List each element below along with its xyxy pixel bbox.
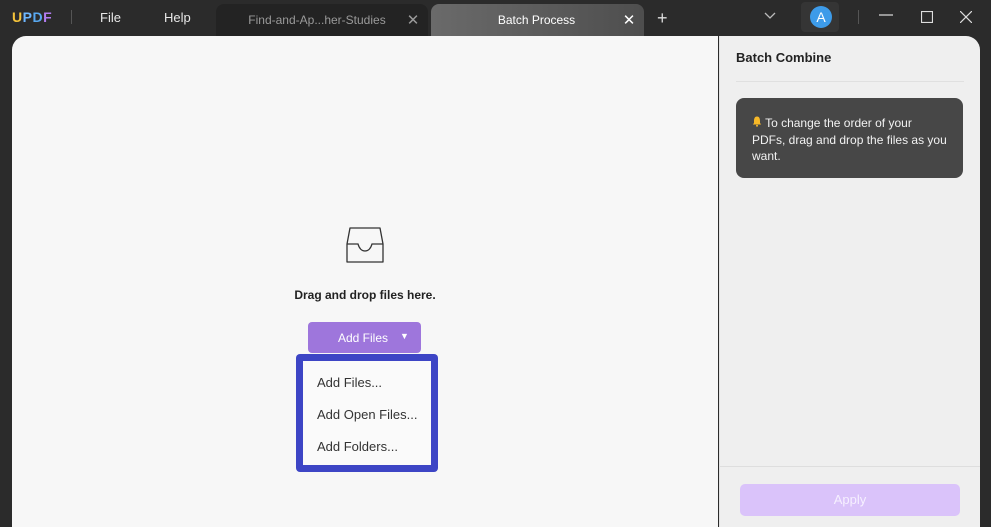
- add-files-label: Add Files: [338, 331, 389, 345]
- logo-letter-f: F: [43, 9, 53, 25]
- menu-item-add-files[interactable]: Add Files...: [317, 375, 382, 390]
- logo-letter-u: U: [12, 9, 23, 25]
- bell-icon: [752, 116, 765, 130]
- menu-help[interactable]: Help: [164, 10, 191, 25]
- dropdown-menu: Add Files... Add Open Files... Add Folde…: [303, 361, 431, 465]
- tab-label: Find-and-Ap...her-Studies: [248, 13, 386, 27]
- divider: [71, 10, 72, 24]
- tab-batch-process[interactable]: Batch Process ✕: [431, 4, 644, 36]
- divider: [858, 10, 859, 24]
- add-files-dropdown: Add Files... Add Open Files... Add Folde…: [296, 354, 438, 472]
- chevron-down-icon[interactable]: [764, 9, 776, 23]
- menu-item-add-folders[interactable]: Add Folders...: [317, 439, 398, 454]
- add-files-button[interactable]: Add Files ▼: [308, 322, 421, 353]
- close-tab-icon[interactable]: ✕: [614, 11, 644, 29]
- drop-zone[interactable]: Drag and drop files here. Add Files ▼ Ad…: [12, 36, 718, 527]
- order-notice: To change the order of your PDFs, drag a…: [736, 98, 963, 178]
- tab-find-and-apply[interactable]: Find-and-Ap...her-Studies ✕: [216, 4, 428, 36]
- notice-text: To change the order of your PDFs, drag a…: [752, 116, 947, 163]
- updf-logo[interactable]: UPDF: [12, 9, 52, 25]
- divider: [736, 81, 964, 82]
- avatar: A: [810, 6, 832, 28]
- drop-instruction: Drag and drop files here.: [294, 288, 436, 302]
- logo-letter-p: P: [22, 9, 33, 25]
- logo-letter-d: D: [32, 9, 44, 25]
- inbox-tray-icon: [345, 226, 385, 269]
- menu-file[interactable]: File: [100, 10, 121, 25]
- minimize-icon[interactable]: [879, 5, 893, 25]
- panel-title: Batch Combine: [736, 50, 832, 65]
- account-button[interactable]: A: [801, 2, 839, 32]
- title-bar: UPDF File Help Find-and-Ap...her-Studies…: [0, 0, 991, 36]
- menu-item-add-open-files[interactable]: Add Open Files...: [317, 407, 417, 422]
- close-window-icon[interactable]: [959, 10, 973, 27]
- apply-button[interactable]: Apply: [740, 484, 960, 516]
- new-tab-plus-icon[interactable]: +: [657, 8, 668, 29]
- batch-combine-panel: Batch Combine To change the order of you…: [719, 36, 980, 527]
- close-tab-icon[interactable]: ✕: [398, 11, 428, 29]
- maximize-icon[interactable]: [920, 10, 934, 27]
- caret-down-icon[interactable]: ▼: [400, 331, 409, 341]
- tab-label: Batch Process: [497, 13, 576, 27]
- divider: [720, 466, 980, 467]
